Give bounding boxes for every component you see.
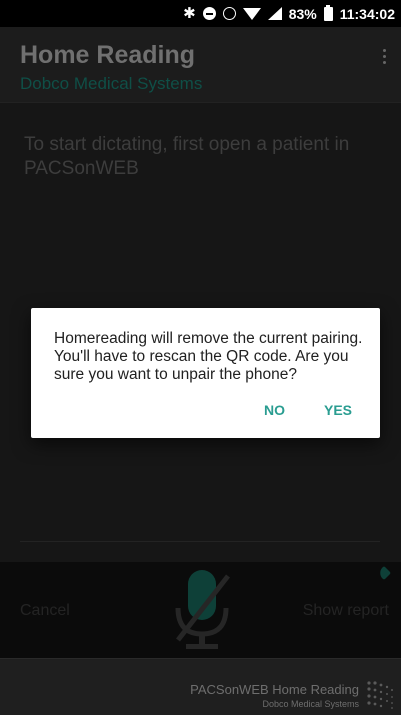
- more-vert-icon[interactable]: [381, 49, 387, 64]
- show-report-button[interactable]: Show report: [303, 602, 389, 620]
- cancel-button[interactable]: Cancel: [20, 602, 70, 620]
- dialog-message: Homereading will remove the current pair…: [54, 330, 363, 383]
- app-title: Home Reading: [20, 41, 196, 69]
- pencil-icon[interactable]: [376, 565, 392, 581]
- dobco-logo-icon: [365, 679, 397, 711]
- dictation-controls: Cancel Show report: [0, 562, 401, 658]
- footer-title: PACSonWEB Home Reading: [190, 682, 359, 697]
- footer: PACSonWEB Home Reading Dobco Medical Sys…: [0, 658, 401, 715]
- divider: [20, 541, 380, 542]
- signal-icon: [267, 7, 282, 20]
- yes-button[interactable]: YES: [324, 402, 352, 418]
- battery-icon: [323, 4, 333, 21]
- open-patient-hint: To start dictating, first open a patient…: [24, 134, 350, 179]
- app-subtitle: Dobco Medical Systems: [20, 74, 203, 93]
- mic-off-icon[interactable]: [170, 568, 234, 652]
- unpair-confirm-dialog: Homereading will remove the current pair…: [31, 308, 380, 438]
- status-bar: ✱ 83% 11:34:02: [0, 0, 401, 27]
- alarm-icon: [222, 7, 236, 20]
- bluetooth-icon: ✱: [183, 5, 196, 22]
- do-not-disturb-icon: [202, 7, 216, 20]
- wifi-icon: [242, 7, 261, 20]
- battery-percent: 83%: [288, 5, 317, 22]
- no-button[interactable]: NO: [264, 402, 285, 418]
- clock: 11:34:02: [339, 5, 395, 22]
- app-bar: Home Reading Dobco Medical Systems: [0, 27, 401, 102]
- footer-subtitle: Dobco Medical Systems: [262, 699, 359, 709]
